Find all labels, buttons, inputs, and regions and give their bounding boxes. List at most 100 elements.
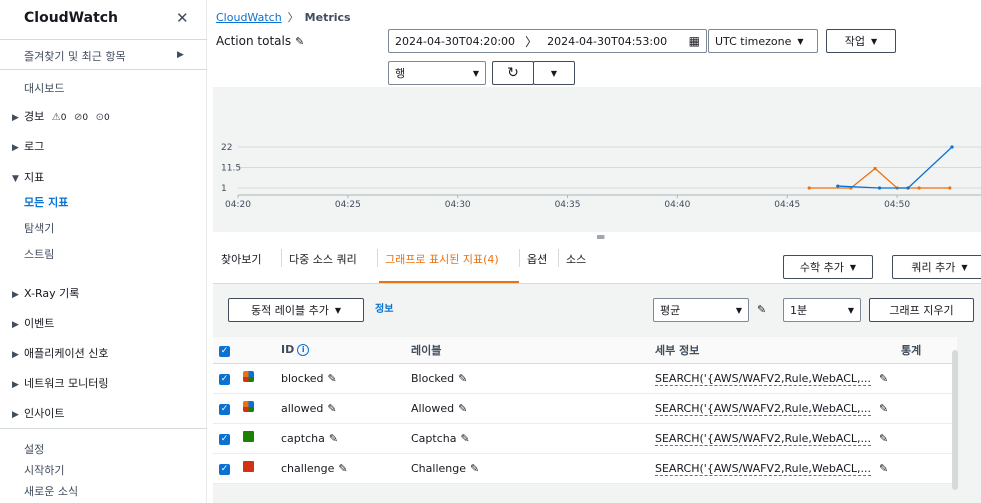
resize-handle-icon[interactable]: ═: [597, 230, 604, 244]
caret-down-icon: ▼: [334, 305, 341, 315]
actions-button[interactable]: 작업 ▼: [826, 29, 896, 53]
tab-options[interactable]: 옵션: [527, 251, 547, 267]
refresh-interval-dropdown[interactable]: ▼: [533, 61, 575, 85]
sidebar-item-insights[interactable]: ▶ 인사이트: [12, 405, 64, 421]
edit-pencil-icon[interactable]: ✎: [329, 432, 338, 445]
view-type-select[interactable]: 행 ▼: [388, 61, 486, 85]
sidebar-item-settings[interactable]: 설정: [24, 441, 44, 457]
edit-pencil-icon[interactable]: ✎: [757, 303, 766, 316]
row-checkbox-cell[interactable]: ✓: [213, 453, 237, 484]
row-checkbox-cell[interactable]: ✓: [213, 363, 237, 394]
edit-pencil-icon[interactable]: ✎: [879, 372, 888, 385]
row-color-cell[interactable]: [237, 393, 275, 424]
tab-multi-source-query[interactable]: 다중 소스 쿼리: [289, 251, 357, 267]
table-row[interactable]: ✓ captcha ✎ Captcha ✎ SEARCH('{AWS/WAFV2,R…: [213, 423, 957, 454]
color-swatch-icon[interactable]: [243, 431, 254, 442]
row-details[interactable]: SEARCH('{AWS/WAFV2,Rule,WebACL,...: [655, 461, 872, 476]
sidebar-item-alarms[interactable]: ▶ 경보 ⚠0 ⊘0 ⊙0: [12, 108, 110, 124]
edit-pencil-icon[interactable]: ✎: [879, 432, 888, 445]
row-details[interactable]: SEARCH('{AWS/WAFV2,Rule,WebACL,...: [655, 371, 872, 386]
statistic-value: 평균: [660, 304, 681, 317]
sidebar-item-all-metrics[interactable]: 모든 지표: [24, 194, 68, 210]
period-value: 1분: [790, 304, 808, 317]
row-checkbox[interactable]: ✓: [219, 464, 230, 475]
edit-pencil-icon[interactable]: ✎: [879, 462, 888, 475]
row-id-cell[interactable]: challenge ✎: [275, 453, 405, 484]
sidebar-item-logs[interactable]: ▶ 로그: [12, 138, 44, 154]
sidebar-item-getting-started[interactable]: 시작하기: [24, 462, 64, 478]
row-id-cell[interactable]: captcha ✎: [275, 423, 405, 454]
sidebar-item-streams[interactable]: 스트림: [24, 246, 54, 262]
row-label: Challenge: [411, 461, 466, 475]
row-checkbox[interactable]: ✓: [219, 434, 230, 445]
statistic-select[interactable]: 평균 ▼: [653, 298, 749, 322]
row-label-cell[interactable]: Challenge ✎: [405, 453, 649, 484]
row-details[interactable]: SEARCH('{AWS/WAFV2,Rule,WebACL,...: [655, 401, 872, 416]
timezone-dropdown[interactable]: UTC timezone ▼: [708, 29, 818, 53]
select-all-checkbox[interactable]: ✓: [219, 345, 230, 357]
info-link[interactable]: 정보: [375, 300, 393, 315]
breadcrumb-cloudwatch-link[interactable]: CloudWatch: [216, 11, 282, 24]
sidebar-item-application-signals[interactable]: ▶ 애플리케이션 신호: [12, 345, 108, 361]
clear-graph-button[interactable]: 그래프 지우기: [869, 298, 974, 322]
row-color-cell[interactable]: [237, 453, 275, 484]
color-swatch-icon[interactable]: [243, 401, 254, 412]
sidebar-divider: [0, 428, 207, 429]
row-color-cell[interactable]: [237, 423, 275, 454]
row-checkbox-cell[interactable]: ✓: [213, 393, 237, 424]
color-swatch-icon[interactable]: [243, 371, 254, 382]
sidebar-item-events[interactable]: ▶ 이벤트: [12, 315, 54, 331]
edit-pencil-icon[interactable]: ✎: [327, 402, 336, 415]
edit-pencil-icon[interactable]: ✎: [458, 402, 467, 415]
table-row[interactable]: ✓ challenge ✎ Challenge ✎ SEARCH('{AWS/WAF…: [213, 453, 957, 484]
color-swatch-icon[interactable]: [243, 461, 254, 472]
caret-right-icon: ▶: [12, 380, 19, 390]
calendar-icon[interactable]: ▦: [689, 34, 700, 48]
sidebar-item-explorer[interactable]: 탐색기: [24, 220, 54, 236]
row-details-cell[interactable]: SEARCH('{AWS/WAFV2,Rule,WebACL,... ✎: [649, 453, 895, 484]
row-checkbox-cell[interactable]: ✓: [213, 423, 237, 454]
row-details-cell[interactable]: SEARCH('{AWS/WAFV2,Rule,WebACL,... ✎: [649, 423, 895, 454]
sidebar-item-network-monitoring[interactable]: ▶ 네트워크 모니터링: [12, 375, 108, 391]
edit-pencil-icon[interactable]: ✎: [338, 462, 347, 475]
select-all-checkbox-cell[interactable]: ✓: [213, 337, 237, 364]
sidebar-item-xray[interactable]: ▶ X-Ray 기록: [12, 285, 79, 301]
edit-pencil-icon[interactable]: ✎: [328, 372, 337, 385]
row-color-cell[interactable]: [237, 363, 275, 394]
edit-pencil-icon[interactable]: ✎: [470, 462, 479, 475]
add-query-button[interactable]: 쿼리 추가 ▼: [892, 255, 981, 279]
row-label-cell[interactable]: Captcha ✎: [405, 423, 649, 454]
table-row[interactable]: ✓ blocked ✎ Blocked ✎ SEARCH('{AWS/WAFV2,R…: [213, 363, 957, 394]
edit-pencil-icon[interactable]: ✎: [458, 372, 467, 385]
sidebar-item-favorites[interactable]: 즐겨찾기 및 최근 항목: [24, 48, 126, 64]
row-label-cell[interactable]: Blocked ✎: [405, 363, 649, 394]
table-scrollbar[interactable]: [952, 350, 958, 490]
add-dynamic-label-button[interactable]: 동적 레이블 추가 ▼: [228, 298, 364, 322]
row-label-cell[interactable]: Allowed ✎: [405, 393, 649, 424]
time-range-picker[interactable]: 2024-04-30T04:20:00 〉 2024-04-30T04:53:0…: [388, 29, 707, 53]
row-id-cell[interactable]: allowed ✎: [275, 393, 405, 424]
period-select[interactable]: 1분 ▼: [783, 298, 861, 322]
tab-browse[interactable]: 찾아보기: [221, 251, 261, 267]
add-math-button[interactable]: 수학 추가 ▼: [783, 255, 873, 279]
row-details-cell[interactable]: SEARCH('{AWS/WAFV2,Rule,WebACL,... ✎: [649, 363, 895, 394]
sidebar-item-dashboards[interactable]: 대시보드: [24, 80, 64, 96]
row-details[interactable]: SEARCH('{AWS/WAFV2,Rule,WebACL,...: [655, 431, 872, 446]
sidebar-item-metrics[interactable]: ▼ 지표: [12, 169, 44, 185]
table-row[interactable]: ✓ allowed ✎ Allowed ✎ SEARCH('{AWS/WAFV2,R…: [213, 393, 957, 424]
row-checkbox[interactable]: ✓: [219, 374, 230, 385]
close-icon[interactable]: ✕: [176, 11, 189, 26]
info-circle-icon[interactable]: i: [297, 344, 310, 357]
caret-right-icon[interactable]: ▶: [177, 50, 184, 60]
row-id-cell[interactable]: blocked ✎: [275, 363, 405, 394]
edit-pencil-icon[interactable]: ✎: [460, 432, 469, 445]
tab-source[interactable]: 소스: [566, 251, 586, 267]
refresh-button[interactable]: ↻: [492, 61, 534, 85]
row-checkbox[interactable]: ✓: [219, 404, 230, 415]
edit-pencil-icon[interactable]: ✎: [295, 35, 304, 48]
row-id: captcha: [281, 431, 325, 445]
tab-graphed-metrics[interactable]: 그래프로 표시된 지표(4): [385, 251, 499, 267]
sidebar-item-whats-new[interactable]: 새로운 소식: [24, 483, 78, 499]
row-details-cell[interactable]: SEARCH('{AWS/WAFV2,Rule,WebACL,... ✎: [649, 393, 895, 424]
edit-pencil-icon[interactable]: ✎: [879, 402, 888, 415]
